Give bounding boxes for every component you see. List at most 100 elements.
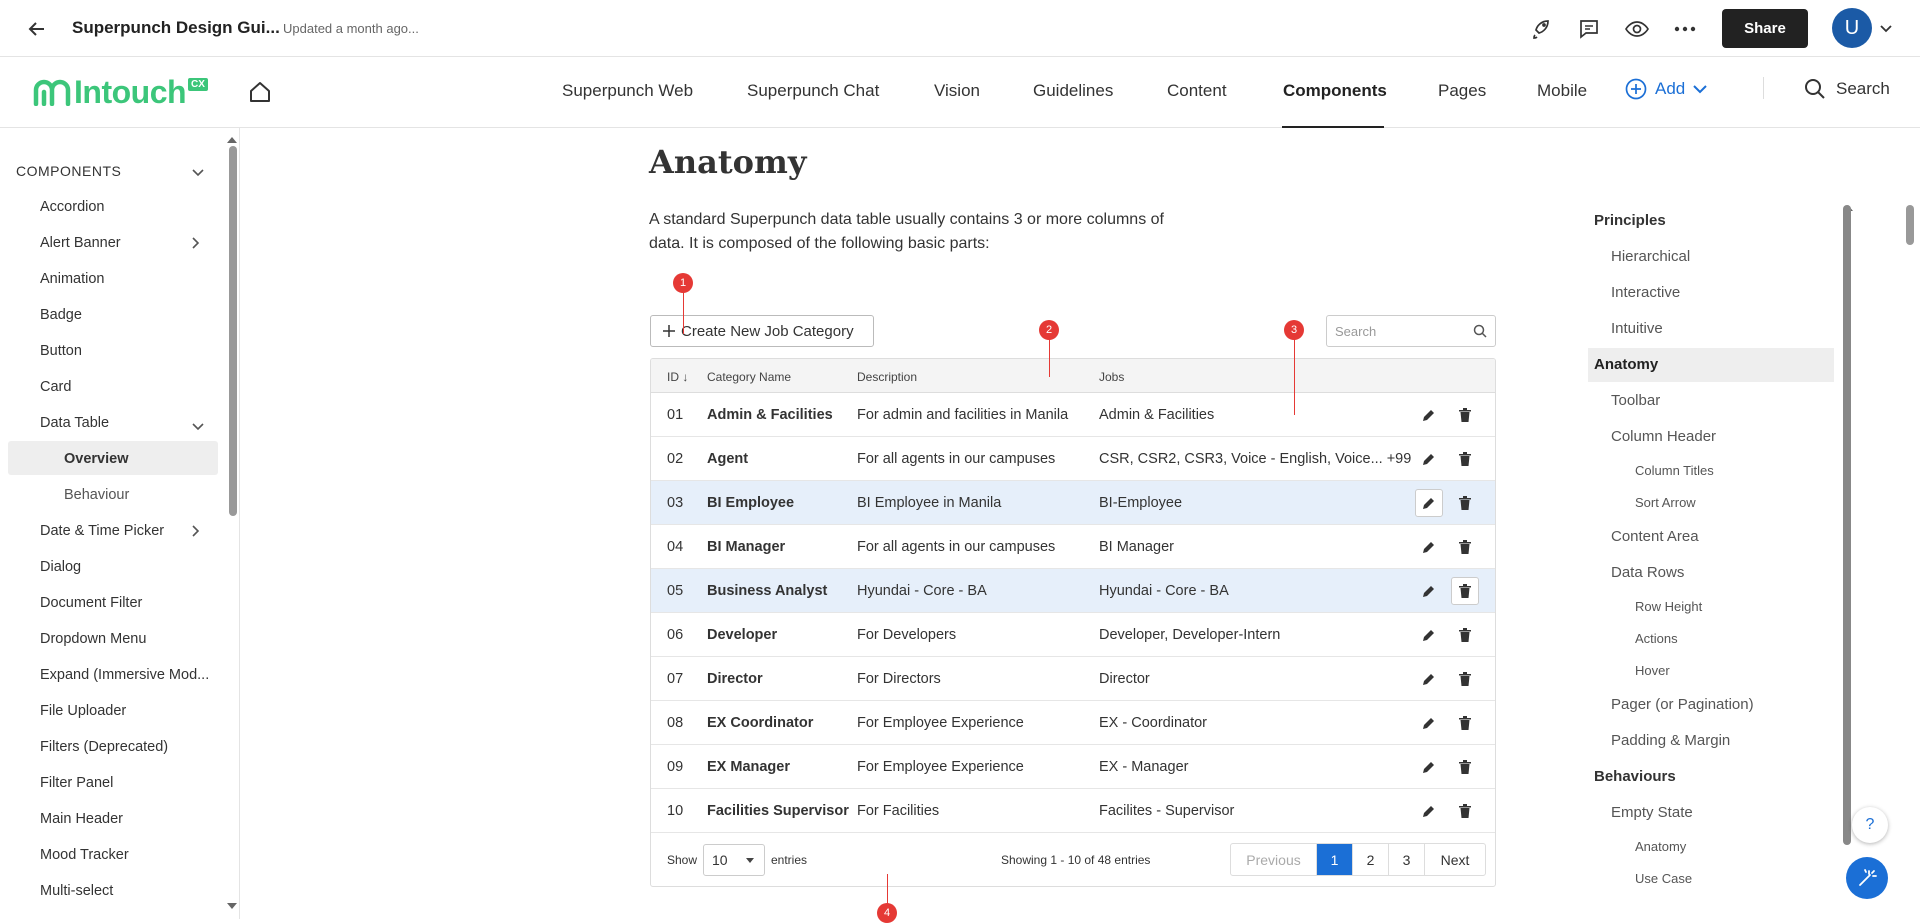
home-icon[interactable] — [248, 80, 272, 109]
sidebar-item-animation[interactable]: Animation — [40, 271, 215, 287]
sidebar-item-data-table[interactable]: Data Table — [40, 415, 215, 431]
sidebar-item-alert-banner[interactable]: Alert Banner — [40, 235, 215, 251]
sidebar-item-dialog[interactable]: Dialog — [40, 559, 215, 575]
edit-pencil-icon[interactable] — [1417, 667, 1441, 691]
scroll-down-icon[interactable] — [227, 896, 237, 914]
sidebar-item-expand[interactable]: Expand (Immersive Mod... — [40, 667, 215, 683]
page-1-button[interactable]: 1 — [1317, 844, 1353, 875]
table-row[interactable]: 06 Developer For Developers Developer, Deve… — [651, 613, 1495, 657]
table-row[interactable]: 01 Admin & Facilities For admin and facili… — [651, 393, 1495, 437]
chevron-down-icon[interactable] — [1880, 20, 1892, 38]
sidebar-item-dropdown-menu[interactable]: Dropdown Menu — [40, 631, 215, 647]
sidebar-item-multi-select[interactable]: Multi-select — [40, 883, 215, 899]
chevron-down-icon[interactable] — [192, 418, 204, 436]
page-2-button[interactable]: 2 — [1353, 844, 1389, 875]
more-options-icon[interactable] — [1670, 14, 1700, 44]
sidebar-item-accordion[interactable]: Accordion — [40, 199, 215, 215]
table-row[interactable]: 08 EX Coordinator For Employee Experience E… — [651, 701, 1495, 745]
eye-icon[interactable] — [1622, 14, 1652, 44]
delete-trash-icon[interactable] — [1453, 755, 1477, 779]
toc-item-column-titles[interactable]: Column Titles — [1635, 463, 1714, 478]
scroll-up-icon[interactable] — [227, 130, 237, 148]
table-row[interactable]: 05 Business Analyst Hyundai - Core - BA Hyu… — [651, 569, 1495, 613]
table-search-input[interactable]: Search — [1326, 315, 1496, 347]
table-row[interactable]: 07 Director For Directors Director — [651, 657, 1495, 701]
add-button[interactable]: Add — [1625, 78, 1707, 100]
column-header-category-name[interactable]: Category Name — [707, 370, 791, 384]
sidebar-item-document-filter[interactable]: Document Filter — [40, 595, 215, 611]
nav-guidelines[interactable]: Guidelines — [1033, 81, 1113, 101]
toc-item-column-header[interactable]: Column Header — [1611, 428, 1716, 445]
back-arrow-icon[interactable] — [24, 16, 50, 42]
toc-item-principles[interactable]: Principles — [1594, 212, 1666, 229]
table-row[interactable]: 09 EX Manager For Employee Experience EX - … — [651, 745, 1495, 789]
page-3-button[interactable]: 3 — [1389, 844, 1425, 875]
edit-pencil-icon[interactable] — [1417, 403, 1441, 427]
sidebar-item-card[interactable]: Card — [40, 379, 215, 395]
toc-scrollbar[interactable] — [1843, 205, 1851, 845]
search-button[interactable]: Search — [1804, 78, 1890, 100]
sidebar-scrollbar[interactable] — [229, 146, 237, 516]
sidebar-item-date-time-picker[interactable]: Date & Time Picker — [40, 523, 215, 539]
sidebar-heading[interactable]: COMPONENTS — [16, 163, 121, 179]
magic-wand-icon[interactable] — [1846, 857, 1888, 899]
chevron-right-icon[interactable] — [192, 236, 200, 254]
toc-item-pager[interactable]: Pager (or Pagination) — [1611, 696, 1754, 713]
table-row[interactable]: 02 Agent For all agents in our campuses CSR… — [651, 437, 1495, 481]
nav-mobile[interactable]: Mobile — [1537, 81, 1587, 101]
toc-item-anatomy-2[interactable]: Anatomy — [1635, 839, 1686, 854]
next-button[interactable]: Next — [1425, 844, 1485, 875]
edit-pencil-icon[interactable] — [1417, 623, 1441, 647]
table-row[interactable]: 04 BI Manager For all agents in our campus… — [651, 525, 1495, 569]
sidebar-item-behaviour[interactable]: Behaviour — [64, 487, 239, 503]
toc-item-sort-arrow[interactable]: Sort Arrow — [1635, 495, 1696, 510]
toc-item-intuitive[interactable]: Intuitive — [1611, 320, 1663, 337]
previous-button[interactable]: Previous — [1231, 844, 1317, 875]
column-header-description[interactable]: Description — [857, 370, 917, 384]
document-title[interactable]: Superpunch Design Gui... — [72, 18, 280, 38]
edit-pencil-icon[interactable] — [1417, 535, 1441, 559]
column-header-id[interactable]: ID ↓ — [667, 370, 688, 384]
delete-trash-icon[interactable] — [1453, 711, 1477, 735]
page-size-select[interactable]: 10 — [703, 844, 765, 876]
chevron-down-icon[interactable] — [192, 164, 204, 182]
edit-pencil-icon[interactable] — [1417, 755, 1441, 779]
page-scrollbar[interactable] — [1906, 205, 1914, 245]
nav-components[interactable]: Components — [1283, 81, 1387, 101]
toc-item-toolbar[interactable]: Toolbar — [1611, 392, 1660, 409]
toc-item-anatomy[interactable]: Anatomy — [1588, 348, 1834, 382]
rocket-icon[interactable] — [1526, 14, 1556, 44]
delete-trash-icon[interactable] — [1453, 403, 1477, 427]
edit-pencil-icon[interactable] — [1417, 799, 1441, 823]
sidebar-item-filter-panel[interactable]: Filter Panel — [40, 775, 215, 791]
toc-item-row-height[interactable]: Row Height — [1635, 599, 1702, 614]
toc-item-hover[interactable]: Hover — [1635, 663, 1670, 678]
toc-item-behaviours[interactable]: Behaviours — [1594, 768, 1676, 785]
delete-trash-icon[interactable] — [1453, 447, 1477, 471]
delete-trash-icon[interactable] — [1451, 577, 1479, 605]
edit-pencil-icon[interactable] — [1415, 489, 1443, 517]
toc-item-actions[interactable]: Actions — [1635, 631, 1678, 646]
delete-trash-icon[interactable] — [1453, 491, 1477, 515]
nav-superpunch-chat[interactable]: Superpunch Chat — [747, 81, 879, 101]
delete-trash-icon[interactable] — [1453, 535, 1477, 559]
toc-item-padding-margin[interactable]: Padding & Margin — [1611, 732, 1730, 749]
nav-content[interactable]: Content — [1167, 81, 1227, 101]
intouch-cx-logo[interactable]: Intouch CX — [32, 74, 208, 110]
comment-icon[interactable] — [1574, 14, 1604, 44]
sidebar-item-main-header[interactable]: Main Header — [40, 811, 215, 827]
share-button[interactable]: Share — [1722, 9, 1808, 48]
edit-pencil-icon[interactable] — [1417, 579, 1441, 603]
toc-item-use-case[interactable]: Use Case — [1635, 871, 1692, 886]
avatar[interactable]: U — [1832, 8, 1872, 48]
toc-item-empty-state[interactable]: Empty State — [1611, 804, 1693, 821]
delete-trash-icon[interactable] — [1453, 799, 1477, 823]
chevron-right-icon[interactable] — [192, 524, 200, 542]
toc-item-data-rows[interactable]: Data Rows — [1611, 564, 1684, 581]
sidebar-item-filters-deprecated[interactable]: Filters (Deprecated) — [40, 739, 215, 755]
sidebar-item-overview[interactable]: Overview — [64, 451, 239, 467]
sort-arrow-icon[interactable]: ↓ — [682, 370, 688, 384]
sidebar-item-mood-tracker[interactable]: Mood Tracker — [40, 847, 215, 863]
delete-trash-icon[interactable] — [1453, 623, 1477, 647]
sidebar-item-file-uploader[interactable]: File Uploader — [40, 703, 215, 719]
